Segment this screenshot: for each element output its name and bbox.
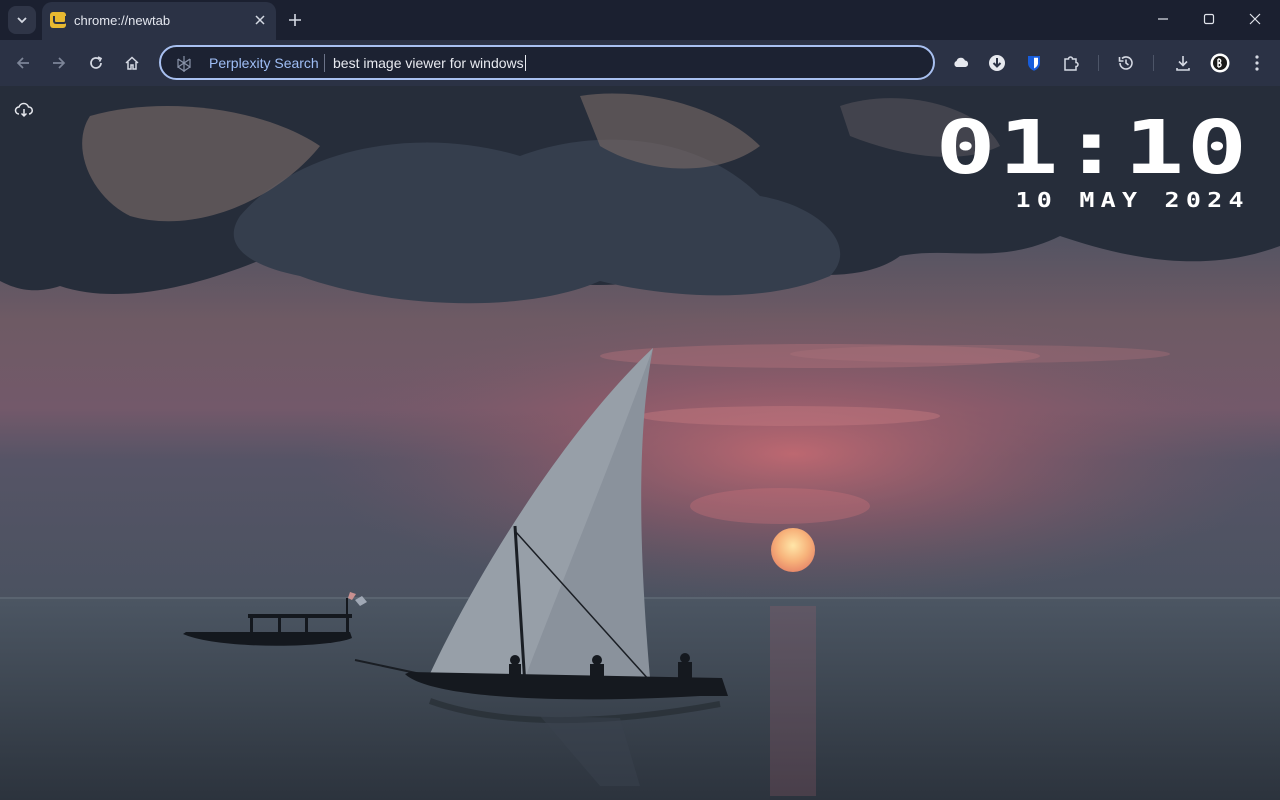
close-icon	[1249, 13, 1261, 25]
omnibox-divider	[324, 54, 325, 72]
menu-button[interactable]	[1244, 50, 1270, 76]
perplexity-icon	[177, 56, 191, 72]
downloader-extension-button[interactable]	[984, 50, 1010, 76]
download-circle-icon	[989, 55, 1005, 71]
arrow-right-icon	[53, 57, 66, 69]
download-icon	[1176, 56, 1190, 71]
close-icon	[255, 15, 265, 25]
cloud-icon	[954, 57, 969, 67]
plus-icon	[289, 14, 301, 26]
tab-newtab[interactable]: chrome://newtab	[42, 2, 276, 40]
toolbar-divider	[1153, 55, 1154, 71]
profile-button[interactable]	[1207, 50, 1233, 76]
extensions-button[interactable]	[1058, 50, 1084, 76]
avatar-icon	[1210, 53, 1230, 73]
clock-widget: 01:10 10 MAY 2024	[936, 111, 1250, 212]
new-tab-button[interactable]	[284, 9, 306, 31]
arrow-left-icon	[16, 57, 29, 69]
shield-icon	[1028, 56, 1040, 71]
text-caret	[524, 55, 526, 71]
close-window-button[interactable]	[1232, 4, 1278, 34]
clock-date: 10 MAY 2024	[1015, 188, 1250, 212]
chevron-down-icon	[17, 17, 27, 24]
puzzle-icon	[1064, 56, 1079, 71]
tab-title: chrome://newtab	[74, 13, 171, 28]
maximize-icon	[1203, 13, 1215, 25]
newtab-favicon-icon	[50, 12, 67, 28]
omnibox-query[interactable]: best image viewer for windows	[333, 55, 526, 71]
minimize-icon	[1158, 18, 1168, 20]
bitwarden-extension-button[interactable]	[1021, 50, 1047, 76]
maximize-button[interactable]	[1186, 4, 1232, 34]
reload-button[interactable]	[82, 49, 110, 77]
history-icon	[1118, 56, 1133, 70]
toolbar: Perplexity Search best image viewer for …	[0, 40, 1280, 86]
history-button[interactable]	[1113, 50, 1139, 76]
cloud-download-icon[interactable]	[14, 100, 34, 120]
cloud-extension-button[interactable]	[948, 50, 974, 76]
address-bar[interactable]: Perplexity Search best image viewer for …	[159, 45, 935, 80]
downloads-button[interactable]	[1170, 50, 1196, 76]
tab-search-button[interactable]	[8, 6, 36, 34]
more-vert-icon	[1255, 55, 1259, 71]
home-button[interactable]	[118, 49, 146, 77]
back-button[interactable]	[9, 49, 37, 77]
tab-close-button[interactable]	[250, 10, 270, 30]
search-engine-label: Perplexity Search	[209, 55, 319, 71]
new-tab-page: 01:10 10 MAY 2024	[0, 86, 1280, 800]
home-icon	[125, 56, 139, 70]
tab-strip: chrome://newtab	[0, 0, 1280, 40]
forward-button[interactable]	[45, 49, 73, 77]
toolbar-divider	[1098, 55, 1099, 71]
reload-icon	[90, 56, 103, 69]
minimize-button[interactable]	[1140, 4, 1186, 34]
clock-time: 01:10	[935, 105, 1250, 191]
